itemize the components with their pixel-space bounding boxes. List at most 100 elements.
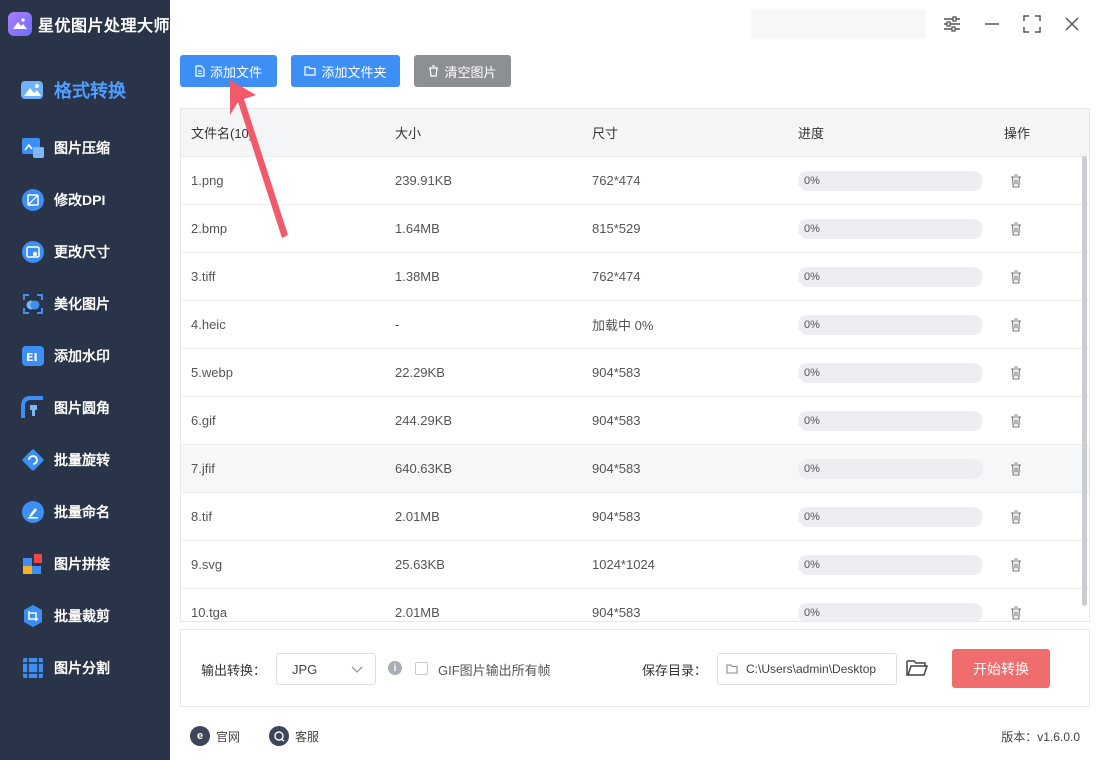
delete-row-icon[interactable] (1010, 365, 1022, 380)
action-cell (1004, 269, 1084, 284)
file-name: 3.tiff (191, 269, 216, 284)
minimize-icon[interactable] (980, 12, 1004, 36)
close-icon[interactable] (1060, 12, 1084, 36)
sidebar-item-label: 修改DPI (54, 192, 106, 208)
progress-cell: 0% (798, 314, 1004, 335)
stitch-icon (20, 551, 46, 577)
add-folder-button[interactable]: 添加文件夹 (291, 55, 400, 87)
action-cell (1004, 557, 1084, 572)
clear-images-label: 清空图片 (444, 64, 497, 80)
header-progress: 进度 (798, 126, 825, 141)
progress-bar: 0% (798, 554, 983, 575)
sidebar-item-label: 批量裁剪 (54, 608, 110, 624)
output-format-select[interactable]: JPG (276, 653, 376, 685)
table-row[interactable]: 5.webp 22.29KB 904*583 0% (181, 348, 1089, 396)
progress-bar: 0% (798, 506, 983, 527)
sidebar-item-format-convert[interactable]: 格式转换 (0, 58, 170, 122)
table-row[interactable]: 6.gif 244.29KB 904*583 0% (181, 396, 1089, 444)
table-row[interactable]: 8.tif 2.01MB 904*583 0% (181, 492, 1089, 540)
sidebar-item-label: 图片圆角 (54, 400, 110, 416)
table-header: 文件名(10) 大小 尺寸 进度 操作 (181, 109, 1089, 156)
progress-value: 0% (804, 414, 820, 427)
sidebar-item-modify-dpi[interactable]: 修改DPI (0, 174, 170, 226)
delete-row-icon[interactable] (1010, 269, 1022, 284)
image-convert-icon (20, 77, 46, 103)
sidebar-item-beautify[interactable]: 美化图片 (0, 278, 170, 330)
chevron-down-icon (351, 666, 363, 673)
sidebar-item-split[interactable]: 图片分割 (0, 642, 170, 694)
table-row[interactable]: 3.tiff 1.38MB 762*474 0% (181, 252, 1089, 300)
progress-value: 0% (804, 510, 820, 523)
website-link[interactable]: e 官网 (190, 726, 240, 746)
sidebar-item-resize[interactable]: 更改尺寸 (0, 226, 170, 278)
start-convert-button[interactable]: 开始转换 (952, 649, 1050, 688)
sidebar-item-batch-rotate[interactable]: 批量旋转 (0, 434, 170, 486)
progress-cell: 0% (798, 506, 1004, 527)
file-dimension: 904*583 (592, 413, 641, 428)
clear-images-button[interactable]: 清空图片 (414, 55, 511, 87)
action-cell (1004, 221, 1084, 236)
header-size: 大小 (395, 126, 422, 141)
file-name: 8.tif (191, 509, 212, 524)
table-row[interactable]: 1.png 239.91KB 762*474 0% (181, 156, 1089, 204)
header-filename: 文件名(10) (191, 126, 254, 141)
action-cell (1004, 605, 1084, 620)
delete-row-icon[interactable] (1010, 317, 1022, 332)
file-size: 25.63KB (395, 557, 445, 572)
sidebar-item-label: 图片压缩 (54, 140, 110, 156)
delete-row-icon[interactable] (1010, 557, 1022, 572)
table-row[interactable]: 2.bmp 1.64MB 815*529 0% (181, 204, 1089, 252)
toolbar: 添加文件 添加文件夹 清空图片 (170, 48, 1100, 98)
gif-all-frames-checkbox[interactable] (415, 662, 428, 675)
folder-icon (726, 664, 738, 674)
delete-row-icon[interactable] (1010, 413, 1022, 428)
sidebar-item-round-corner[interactable]: 图片圆角 (0, 382, 170, 434)
trash-icon (429, 65, 439, 77)
table-row[interactable]: 10.tga 2.01MB 904*583 0% (181, 588, 1089, 621)
file-size: 239.91KB (395, 173, 453, 188)
table-row[interactable]: 7.jfif 640.63KB 904*583 0% (181, 444, 1089, 492)
progress-value: 0% (804, 366, 820, 379)
maximize-icon[interactable] (1020, 12, 1044, 36)
file-name: 1.png (191, 173, 224, 188)
sidebar-item-batch-crop[interactable]: 批量裁剪 (0, 590, 170, 642)
file-size: 244.29KB (395, 413, 453, 428)
sidebar-item-image-compress[interactable]: 图片压缩 (0, 122, 170, 174)
round-corner-icon (20, 395, 46, 421)
table-row[interactable]: 9.svg 25.63KB 1024*1024 0% (181, 540, 1089, 588)
file-name: 6.gif (191, 413, 216, 428)
delete-row-icon[interactable] (1010, 461, 1022, 476)
progress-value: 0% (804, 606, 820, 619)
sidebar-item-label: 批量命名 (54, 504, 110, 520)
delete-row-icon[interactable] (1010, 173, 1022, 188)
gif-all-frames-label: GIF图片输出所有帧 (438, 663, 551, 678)
sidebar-item-label: 格式转换 (54, 81, 126, 101)
sidebar-item-watermark[interactable]: EI 添加水印 (0, 330, 170, 382)
file-size: 1.38MB (395, 269, 440, 284)
delete-row-icon[interactable] (1010, 605, 1022, 620)
file-size: 2.01MB (395, 509, 440, 524)
output-settings-panel: 输出转换： JPG i GIF图片输出所有帧 保存目录： C:\Users\ad… (180, 629, 1090, 707)
support-link[interactable]: 客服 (269, 726, 319, 746)
progress-bar: 0% (798, 410, 983, 431)
sidebar-item-label: 更改尺寸 (54, 244, 110, 260)
file-size: 2.01MB (395, 605, 440, 620)
delete-row-icon[interactable] (1010, 221, 1022, 236)
add-file-button[interactable]: 添加文件 (180, 55, 277, 87)
open-folder-icon[interactable] (906, 659, 929, 682)
file-dimension: 加载中 0% (592, 318, 654, 333)
progress-cell: 0% (798, 458, 1004, 479)
table-row[interactable]: 4.heic - 加载中 0% 0% (181, 300, 1089, 348)
save-path-field[interactable]: C:\Users\admin\Desktop (717, 653, 897, 685)
title-bar (170, 0, 1100, 48)
table-scrollbar[interactable] (1082, 156, 1087, 606)
settings-sliders-icon[interactable] (940, 12, 964, 36)
info-icon[interactable]: i (388, 661, 402, 675)
delete-row-icon[interactable] (1010, 509, 1022, 524)
file-name: 9.svg (191, 557, 223, 572)
sidebar-item-stitch[interactable]: 图片拼接 (0, 538, 170, 590)
search-input[interactable] (751, 9, 926, 39)
progress-bar: 0% (798, 602, 983, 621)
action-cell (1004, 317, 1084, 332)
sidebar-item-batch-rename[interactable]: 批量命名 (0, 486, 170, 538)
